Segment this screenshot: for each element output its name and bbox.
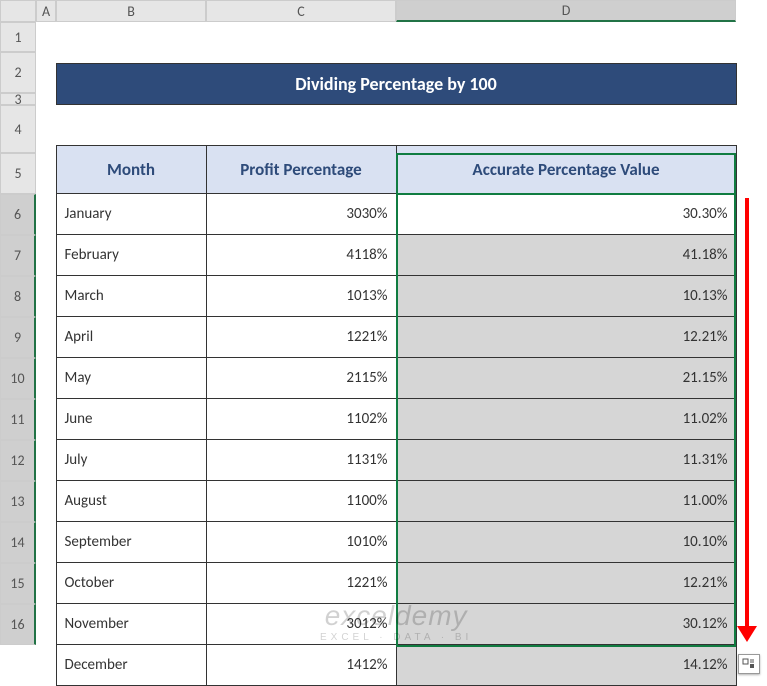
cell-accurate[interactable]: 12.21% xyxy=(396,316,736,357)
row-header-15[interactable]: 15 xyxy=(0,563,36,604)
cell-profit[interactable]: 1010% xyxy=(206,521,396,562)
data-table: Dividing Percentage by 100 Month Profit … xyxy=(36,22,737,686)
col-header-B[interactable]: B xyxy=(56,0,206,22)
cell-profit[interactable]: 1102% xyxy=(206,398,396,439)
row-header-1[interactable]: 1 xyxy=(0,22,36,52)
cell-accurate[interactable]: 10.13% xyxy=(396,275,736,316)
cell-profit[interactable]: 1013% xyxy=(206,275,396,316)
autofill-icon xyxy=(742,658,756,670)
table-row: September1010%10.10% xyxy=(36,521,736,562)
cell-accurate[interactable]: 10.10% xyxy=(396,521,736,562)
table-row: March1013%10.13% xyxy=(36,275,736,316)
col-header-A[interactable]: A xyxy=(36,0,56,22)
cell-month[interactable]: October xyxy=(56,562,206,603)
row-header-11[interactable]: 11 xyxy=(0,399,36,440)
cell-profit[interactable]: 1221% xyxy=(206,562,396,603)
table-row: April1221%12.21% xyxy=(36,316,736,357)
header-month[interactable]: Month xyxy=(56,145,206,193)
table-row: December1412%14.12% xyxy=(36,644,736,685)
row-header-5[interactable]: 5 xyxy=(0,153,36,194)
row-header-12[interactable]: 12 xyxy=(0,440,36,481)
table-row: February4118%41.18% xyxy=(36,234,736,275)
cell-month[interactable]: August xyxy=(56,480,206,521)
cell-accurate[interactable]: 11.02% xyxy=(396,398,736,439)
row-header-7[interactable]: 7 xyxy=(0,235,36,276)
cell-profit[interactable]: 1412% xyxy=(206,644,396,685)
row-header-4[interactable]: 4 xyxy=(0,105,36,153)
cell-month[interactable]: July xyxy=(56,439,206,480)
row-1 xyxy=(36,22,736,63)
row-2-title: Dividing Percentage by 100 xyxy=(36,63,736,104)
cell-month[interactable]: December xyxy=(56,644,206,685)
cell-month[interactable]: November xyxy=(56,603,206,644)
cell-profit[interactable]: 3030% xyxy=(206,193,396,234)
row-header-10[interactable]: 10 xyxy=(0,358,36,399)
cell-accurate[interactable]: 30.12% xyxy=(396,603,736,644)
cell-accurate[interactable]: 11.31% xyxy=(396,439,736,480)
cell-profit[interactable]: 1100% xyxy=(206,480,396,521)
row-4-headers: Month Profit Percentage Accurate Percent… xyxy=(36,145,736,193)
select-all-corner[interactable] xyxy=(0,0,36,22)
cell-month[interactable]: February xyxy=(56,234,206,275)
table-row: August1100%11.00% xyxy=(36,480,736,521)
cell-month[interactable]: May xyxy=(56,357,206,398)
autofill-options-button[interactable] xyxy=(738,654,760,674)
table-row: November3012%30.12% xyxy=(36,603,736,644)
cell-accurate[interactable]: 12.21% xyxy=(396,562,736,603)
cell-month[interactable]: January xyxy=(56,193,206,234)
cell-accurate[interactable]: 41.18% xyxy=(396,234,736,275)
cell-month[interactable]: June xyxy=(56,398,206,439)
cell-profit[interactable]: 1131% xyxy=(206,439,396,480)
cell-accurate[interactable]: 14.12% xyxy=(396,644,736,685)
cell-accurate[interactable]: 11.00% xyxy=(396,480,736,521)
header-accurate[interactable]: Accurate Percentage Value xyxy=(396,145,736,193)
col-header-D[interactable]: D xyxy=(396,0,736,22)
col-header-C[interactable]: C xyxy=(206,0,396,22)
row-header-9[interactable]: 9 xyxy=(0,317,36,358)
header-profit[interactable]: Profit Percentage xyxy=(206,145,396,193)
cell-profit[interactable]: 3012% xyxy=(206,603,396,644)
cell-accurate[interactable]: 30.30% xyxy=(396,193,736,234)
cell-month[interactable]: April xyxy=(56,316,206,357)
row-header-13[interactable]: 13 xyxy=(0,481,36,522)
row-header-2[interactable]: 2 xyxy=(0,52,36,93)
table-row: October1221%12.21% xyxy=(36,562,736,603)
row-headers: 12345678910111213141516 xyxy=(0,22,36,645)
cell-month[interactable]: March xyxy=(56,275,206,316)
row-3 xyxy=(36,104,736,145)
row-header-3[interactable]: 3 xyxy=(0,93,36,105)
table-row: July1131%11.31% xyxy=(36,439,736,480)
table-row: January3030%30.30% xyxy=(36,193,736,234)
grid: Dividing Percentage by 100 Month Profit … xyxy=(36,22,737,686)
row-header-6[interactable]: 6 xyxy=(0,194,36,235)
table-row: May2115%21.15% xyxy=(36,357,736,398)
row-header-8[interactable]: 8 xyxy=(0,276,36,317)
title-cell[interactable]: Dividing Percentage by 100 xyxy=(56,63,736,104)
cell-month[interactable]: September xyxy=(56,521,206,562)
row-header-16[interactable]: 16 xyxy=(0,604,36,645)
cell-accurate[interactable]: 21.15% xyxy=(396,357,736,398)
column-headers: A B C D xyxy=(0,0,736,22)
cell-profit[interactable]: 4118% xyxy=(206,234,396,275)
row-header-14[interactable]: 14 xyxy=(0,522,36,563)
cell-profit[interactable]: 2115% xyxy=(206,357,396,398)
table-row: June1102%11.02% xyxy=(36,398,736,439)
cell-profit[interactable]: 1221% xyxy=(206,316,396,357)
annotation-arrow xyxy=(745,198,749,628)
